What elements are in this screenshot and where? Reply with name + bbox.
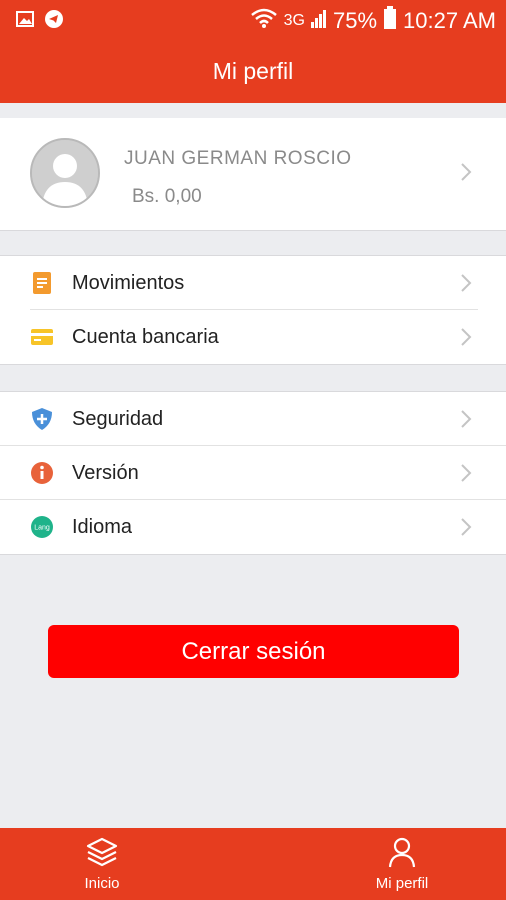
nav-item-inicio[interactable]: Inicio [47, 836, 157, 892]
menu-item-idioma[interactable]: Lang Idioma [0, 500, 506, 554]
profile-balance: Bs. 0,00 [132, 186, 202, 207]
logout-button[interactable]: Cerrar sesión [48, 625, 459, 678]
nav-item-mi-perfil[interactable]: Mi perfil [347, 836, 457, 892]
menu-item-cuenta-bancaria[interactable]: Cuenta bancaria [0, 310, 506, 364]
chevron-right-icon [461, 274, 472, 292]
person-icon [388, 837, 416, 868]
telegram-icon [44, 9, 64, 34]
menu-item-label: Movimientos [72, 272, 185, 294]
menu-item-label: Seguridad [72, 408, 164, 430]
menu-item-label: Versión [72, 462, 139, 484]
wifi-icon [250, 7, 278, 35]
page-title: Mi perfil [212, 58, 294, 84]
menu-item-movimientos[interactable]: Movimientos [0, 256, 506, 310]
card-icon [31, 329, 53, 345]
menu-item-label: Idioma [72, 516, 133, 538]
status-bar: 3G 75% 10:27 AM [0, 0, 506, 40]
menu-group-account: Movimientos Cuenta bancaria [0, 255, 506, 365]
chevron-right-icon [461, 328, 472, 346]
shield-icon [32, 408, 52, 430]
language-icon: Lang [31, 516, 53, 538]
battery-level: 75% [333, 8, 378, 33]
clock: 10:27 AM [403, 8, 496, 33]
svg-text:Lang: Lang [34, 525, 50, 532]
menu-item-label: Cuenta bancaria [72, 326, 219, 348]
network-type: 3G [283, 12, 305, 29]
chevron-right-icon [461, 518, 472, 536]
menu-group-settings: Seguridad Versión Lang Idioma [0, 391, 506, 555]
chevron-right-icon [461, 410, 472, 428]
gallery-icon [16, 11, 34, 32]
nav-label: Mi perfil [375, 875, 429, 892]
menu-item-seguridad[interactable]: Seguridad [0, 392, 506, 446]
layers-icon [86, 837, 118, 867]
battery-icon [383, 6, 397, 36]
nav-label: Inicio [84, 875, 120, 892]
app-header: Mi perfil [0, 40, 506, 103]
signal-icon [311, 8, 327, 34]
chevron-right-icon [461, 163, 472, 181]
bottom-nav: Inicio Mi perfil [0, 828, 506, 900]
document-icon [33, 272, 51, 294]
avatar [30, 138, 100, 208]
info-icon [31, 462, 53, 484]
chevron-right-icon [461, 464, 472, 482]
profile-card[interactable]: JUAN GERMAN ROSCIO Bs. 0,00 [0, 118, 506, 231]
profile-name: JUAN GERMAN ROSCIO [124, 148, 352, 169]
menu-item-version[interactable]: Versión [0, 446, 506, 500]
